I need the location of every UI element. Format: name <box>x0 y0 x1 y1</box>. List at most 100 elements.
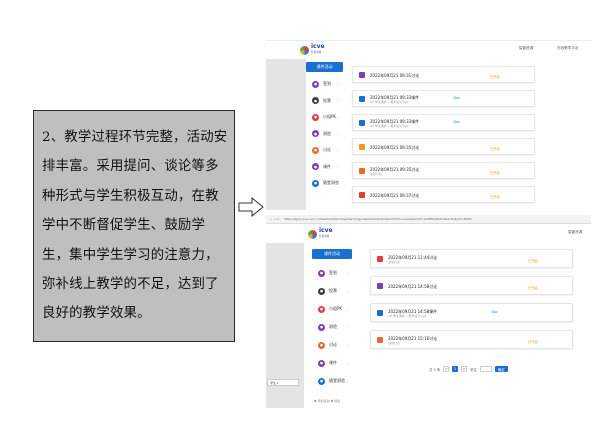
screenshot-bottom: ← → C https://zjy2.icve.com.cn/teacher/t… <box>266 215 591 408</box>
sidebar-item-label: 讨论 <box>323 147 331 153</box>
sidebar-item-label: 测验 <box>329 324 337 329</box>
checkin-icon: ● <box>312 80 319 88</box>
chevron-right-icon: › <box>337 180 339 186</box>
expand-icon[interactable]: ⌄ <box>526 141 529 145</box>
pk-icon: ● <box>312 113 319 121</box>
record-type-icon <box>359 119 365 126</box>
activity-record[interactable]: 2022年09月21 15:16讨论 活动讨论 已开启 ⌄ <box>370 330 573 349</box>
record-status-badge: 已开启 <box>527 285 538 290</box>
chevron-right-icon: › <box>346 360 348 366</box>
record-type-icon <box>377 282 383 289</box>
chevron-right-icon: › <box>346 306 348 312</box>
record-title: 2022年09月21 14:58讨论 <box>388 284 438 289</box>
sidebar-item-vote[interactable]: ● 投票 › <box>306 93 343 110</box>
sidebar-item-quiz[interactable]: ● 测验 › <box>312 318 352 336</box>
sidebar-item-test[interactable]: ● 随堂测验 › <box>312 372 352 390</box>
record-file-link[interactable]: Doc <box>491 310 498 314</box>
sidebar-item-test[interactable]: ● 随堂测验 › <box>306 175 343 192</box>
pager-goto-input[interactable] <box>479 366 492 372</box>
activity-record[interactable]: 2022年09月21 14:58讨论 已开启 ⌄ <box>370 276 573 295</box>
expand-icon[interactable]: ⌄ <box>526 117 529 121</box>
sidebar-footer[interactable]: ❶ 添加活动 ❷ 导出 <box>314 399 340 403</box>
record-file-link[interactable]: Doc <box>453 120 460 124</box>
record-type-icon <box>377 309 383 316</box>
pager-total: 共 4 条 <box>429 367 441 372</box>
back-forward-icon[interactable]: ← → C <box>270 217 279 221</box>
browser-url-bar[interactable]: ← → C https://zjy2.icve.com.cn/teacher/t… <box>266 215 591 224</box>
expand-icon[interactable]: ⌄ <box>564 306 567 310</box>
discuss-icon: ● <box>318 341 325 349</box>
expand-icon[interactable]: ⌄ <box>564 252 567 256</box>
record-type-icon <box>359 191 365 198</box>
record-file-link[interactable]: Doc <box>453 96 460 100</box>
activity-record[interactable]: 2022年09月21 09:35讨论 已开启 ⌄ <box>352 138 535 155</box>
top-app-header: icve 智慧职教 智能资源 在线教学平台 <box>266 41 591 59</box>
activity-record[interactable]: 2022年09月21 09:35讨论 活动讨论 已开启 ⌄ <box>352 162 535 179</box>
sidebar-item-vote[interactable]: ● 投票 › <box>312 282 352 300</box>
activity-sidebar-2: 课件活动 ● 签到 › ● 投票 › ● 小组PK › ● 测验 › ● 讨论 › ● 课件 › ● 随堂测验 › ❶ … <box>312 249 352 408</box>
student-dropdown[interactable]: 学生 ▾ <box>267 379 299 386</box>
chevron-right-icon: › <box>346 270 348 276</box>
activity-record[interactable]: 2022年09月21 09:33课件 03 学生课件 • 教学设计 ppt Doc ⌄ <box>352 114 535 131</box>
sidebar-item-checkin[interactable]: ● 签到 › <box>306 76 343 93</box>
description-text-box: 2、教学过程环节完整，活动安排丰富。采用提问、谈论等多种形式与学生积极互动，在教… <box>33 110 235 342</box>
record-type-icon <box>359 71 365 78</box>
sidebar-item-pk[interactable]: ● 小组PK › <box>306 109 343 126</box>
left-gray-strip-2: 学生 ▾ <box>266 243 304 408</box>
top-app-header-2: icve 智慧职教 智能资源 <box>266 225 591 243</box>
top-link-resources[interactable]: 智能资源 <box>519 46 533 51</box>
expand-icon[interactable]: ⌄ <box>526 165 529 169</box>
sidebar-item-pk[interactable]: ● 小组PK › <box>312 300 352 318</box>
sidebar-item-quiz[interactable]: ● 测验 › <box>306 126 343 143</box>
sidebar-item-checkin[interactable]: ● 签到 › <box>312 264 352 282</box>
icve-logo: icve 智慧职教 <box>300 44 325 56</box>
record-type-icon <box>377 336 383 343</box>
activity-record[interactable]: 2022年09月21 09:31讨论 已开启 ⌄ <box>352 66 535 83</box>
sidebar-header: 课件活动 <box>306 62 343 72</box>
sidebar-item-discuss[interactable]: ● 讨论 › <box>312 336 352 354</box>
record-status-badge: 已开启 <box>489 74 500 79</box>
activity-record[interactable]: 2022年09月21 09:33课件 02 学生课件 • 教学设计 ppt Doc ⌄ <box>352 90 535 107</box>
chevron-right-icon: › <box>337 81 339 87</box>
record-type-icon <box>359 95 365 102</box>
top-link-resources-2[interactable]: 智能资源 <box>568 230 582 235</box>
top-link-platform[interactable]: 在线教学平台 <box>557 46 579 51</box>
left-gray-strip <box>266 59 306 210</box>
sidebar-item-courseware[interactable]: ● 课件 › <box>306 159 343 176</box>
quiz-icon: ● <box>318 323 325 331</box>
sidebar-item-label: 投票 <box>329 288 337 293</box>
icve-logo-2: icve 智慧职教 <box>308 228 333 240</box>
logo-mark-icon <box>300 45 309 55</box>
description-text: 2、教学过程环节完整，活动安排丰富。采用提问、谈论等多种形式与学生积极互动，在教… <box>42 130 228 322</box>
activity-record[interactable]: 2022年09月21 11:44讨论 活动讨论 已开启 ⌄ <box>370 249 573 268</box>
sidebar-item-label: 签到 <box>329 270 337 275</box>
record-subtitle: 04 学生课件 • 教学设计 ppt <box>388 314 427 318</box>
pager-page-1[interactable]: 1 <box>452 366 459 372</box>
expand-icon[interactable]: ⌄ <box>526 69 529 73</box>
courseware-icon: ● <box>318 359 325 367</box>
screenshot-top: icve 智慧职教 智能资源 在线教学平台 课件活动 ● 签到 › ● 投票 › ● 小组PK ›… <box>266 40 591 210</box>
expand-icon[interactable]: ⌄ <box>526 93 529 97</box>
expand-icon[interactable]: ⌄ <box>564 333 567 337</box>
pager-go-button[interactable]: 确定 <box>494 366 508 372</box>
expand-icon[interactable]: ⌄ <box>526 189 529 193</box>
record-subtitle: 活动讨论 <box>388 260 401 264</box>
sidebar-item-discuss[interactable]: ● 讨论 › <box>306 142 343 159</box>
record-subtitle: 活动讨论 <box>388 341 401 345</box>
chevron-right-icon: › <box>346 288 348 294</box>
sidebar-item-label: 课件 <box>323 163 331 169</box>
sidebar-item-courseware[interactable]: ● 课件 › <box>312 354 352 372</box>
activity-record-list-2: 2022年09月21 11:44讨论 活动讨论 已开启 ⌄ 2022年09月21 14:… <box>370 249 573 357</box>
pager-prev-button[interactable]: < <box>443 366 450 372</box>
activity-record[interactable]: 2022年09月21 14:58课件 04 学生课件 • 教学设计 ppt Doc ⌄ <box>370 303 573 322</box>
record-status-badge: 已开启 <box>489 146 500 151</box>
record-type-icon <box>359 143 365 150</box>
url-text: https://zjy2.icve.com.cn/teacher/teachin… <box>284 217 473 221</box>
sidebar-item-label: 课件 <box>329 360 337 365</box>
expand-icon[interactable]: ⌄ <box>564 279 567 283</box>
pager-next-button[interactable]: > <box>461 366 468 372</box>
chevron-right-icon: › <box>337 147 339 153</box>
checkin-icon: ● <box>318 269 325 277</box>
record-title: 2022年09月21 09:35讨论 <box>370 145 420 150</box>
activity-record[interactable]: 2022年09月21 09:37讨论 已开启 ⌄ <box>352 186 535 203</box>
